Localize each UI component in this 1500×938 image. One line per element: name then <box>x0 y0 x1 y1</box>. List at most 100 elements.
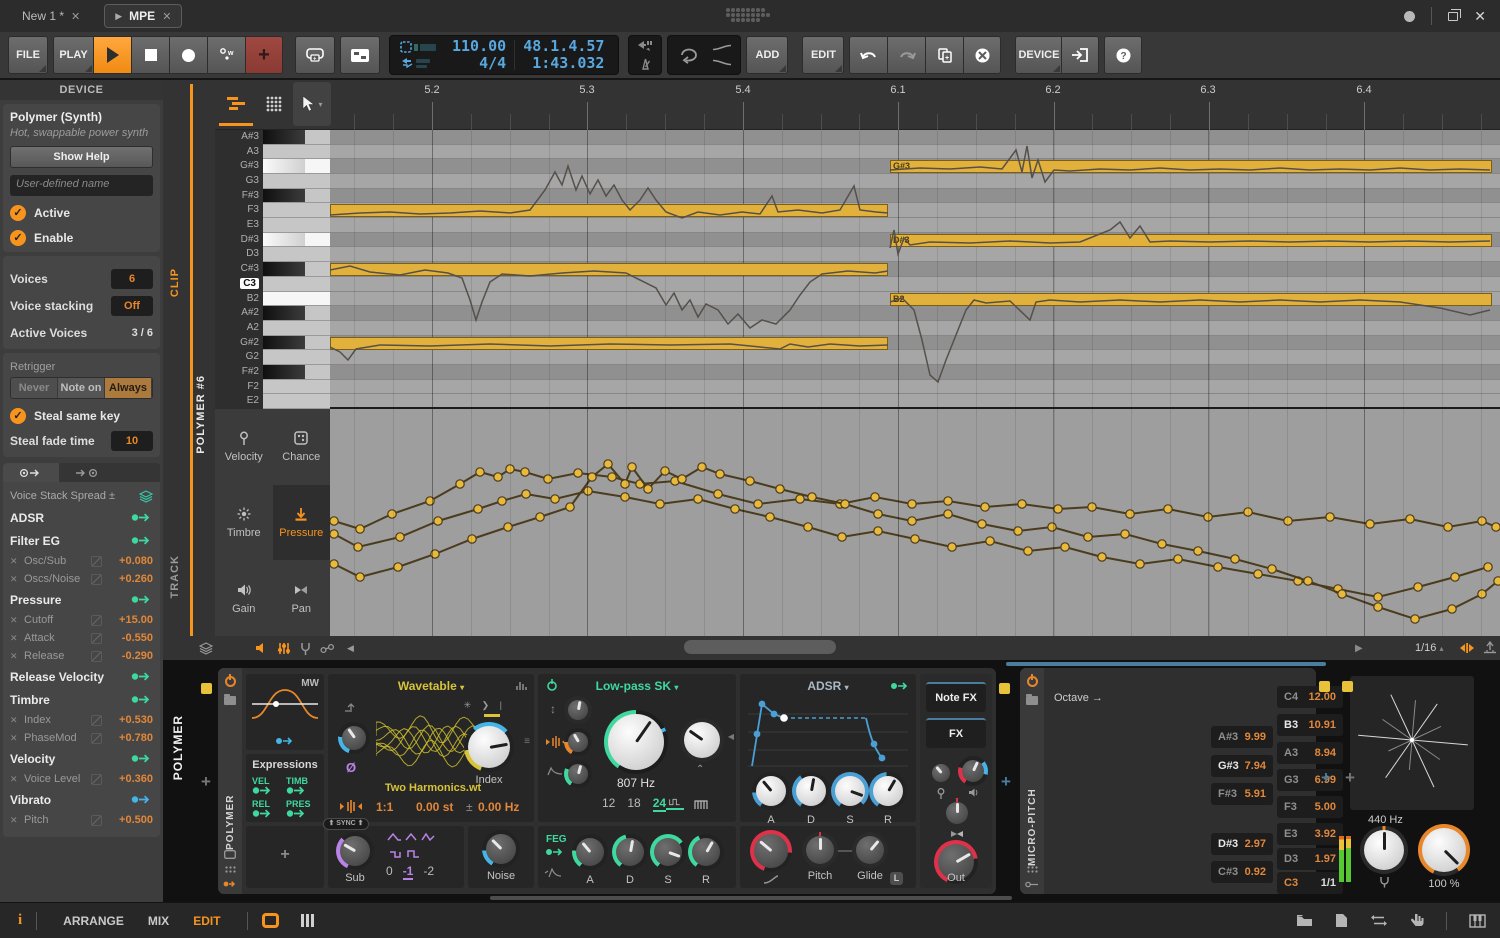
layers-icon[interactable] <box>199 642 213 655</box>
add-device-button[interactable]: + <box>1321 768 1331 788</box>
env-knob-A[interactable] <box>572 834 608 870</box>
device-folder-icon[interactable] <box>1026 696 1038 705</box>
time-display[interactable]: 1:43.032 <box>532 55 604 72</box>
add-button[interactable]: ADD <box>746 36 788 74</box>
expression-mod-rel[interactable]: REL <box>252 799 286 818</box>
insert-device-button[interactable] <box>1061 36 1099 74</box>
expression-point[interactable] <box>330 517 338 525</box>
expression-point[interactable] <box>1214 563 1222 571</box>
env-knob-S[interactable] <box>650 834 686 870</box>
expression-point[interactable] <box>522 490 530 498</box>
pitch-cell-C3[interactable]: C31/1 <box>1277 872 1343 894</box>
piano-key[interactable] <box>263 336 330 351</box>
filter-shape-comb-icon[interactable] <box>694 798 710 810</box>
filter-resonance-knob[interactable] <box>680 718 724 762</box>
expression-point[interactable] <box>644 485 652 493</box>
expression-mod-timb[interactable]: TIMB <box>286 776 320 795</box>
expression-point[interactable] <box>694 495 702 503</box>
filter-cutoff-knob[interactable] <box>604 710 668 774</box>
add-device-button[interactable]: + <box>1345 768 1355 788</box>
file-button[interactable]: FILE <box>8 36 48 74</box>
expression-point[interactable] <box>1054 505 1062 513</box>
remove-icon[interactable]: ✕ <box>10 715 24 726</box>
sub-octave-selector[interactable]: 0 -1 -2 <box>386 864 434 880</box>
remove-icon[interactable]: ✕ <box>10 574 24 585</box>
pitch-cell-C#3[interactable]: C#30.92 <box>1211 861 1273 883</box>
expression-point[interactable] <box>1448 605 1456 613</box>
active-toggle[interactable]: ✓Active <box>10 205 153 221</box>
sub-oct-0[interactable]: 0 <box>386 864 393 880</box>
expression-tab-gain[interactable]: Gain <box>215 560 273 636</box>
tab-mix[interactable]: MIX <box>148 914 169 928</box>
enable-toggle[interactable]: ✓Enable <box>10 230 153 246</box>
expression-point[interactable] <box>521 468 529 476</box>
fade-out-icon[interactable] <box>712 59 732 66</box>
expression-point[interactable] <box>1018 500 1026 508</box>
add-device-between-button[interactable]: + <box>1001 772 1011 792</box>
filter-slope-selector[interactable]: 12 18 24 <box>602 796 666 812</box>
curve-icon[interactable] <box>91 651 102 662</box>
position-display[interactable]: 48.1.4.57 <box>523 38 604 55</box>
show-help-button[interactable]: Show Help <box>10 146 153 168</box>
device-name-input[interactable]: User-defined name <box>10 175 153 196</box>
drum-editor-view-button[interactable] <box>255 82 293 126</box>
expression-point[interactable] <box>1326 513 1334 521</box>
curve-icon[interactable] <box>91 633 102 644</box>
env-knob-R[interactable] <box>688 834 724 870</box>
note-chain-icon[interactable] <box>320 643 335 654</box>
expression-point[interactable] <box>396 533 404 541</box>
pitch-cell-G3[interactable]: G36.99 <box>1277 769 1343 791</box>
timeline-ruler[interactable]: 5.25.35.46.16.26.36.4 <box>330 80 1500 130</box>
audition-icon[interactable] <box>255 642 269 654</box>
piano-key[interactable] <box>263 159 330 174</box>
expression-point[interactable] <box>796 495 804 503</box>
expression-point[interactable] <box>388 510 396 518</box>
modwheel-modulator[interactable]: MW <box>246 674 324 750</box>
expression-point[interactable] <box>754 500 762 508</box>
device-panel-scrollbar[interactable] <box>490 896 1012 900</box>
device-view-button[interactable]: DEVICE <box>1015 36 1061 74</box>
mod-source-row[interactable]: Vibrato <box>10 788 153 811</box>
expression-point[interactable] <box>494 473 502 481</box>
expression-point[interactable] <box>1284 517 1292 525</box>
filter-keytrack-knob[interactable] <box>564 728 592 756</box>
sub-waveform-icons[interactable] <box>386 832 446 858</box>
expression-point[interactable] <box>716 470 724 478</box>
clip-view-toggle-icon[interactable] <box>262 913 279 928</box>
remove-icon[interactable]: ✕ <box>10 556 24 567</box>
device-power-icon[interactable] <box>1027 676 1038 687</box>
tab-clip[interactable]: CLIP <box>169 268 181 297</box>
expression-point[interactable] <box>1084 533 1092 541</box>
mod-source-row[interactable]: Timbre <box>10 688 153 711</box>
expression-point[interactable] <box>434 517 442 525</box>
expression-point[interactable] <box>841 500 849 508</box>
close-window-icon[interactable]: ✕ <box>1474 8 1486 25</box>
piano-key[interactable] <box>263 247 330 262</box>
tool-selector-button[interactable]: ▾ <box>293 82 331 126</box>
expression-point[interactable] <box>608 473 616 481</box>
mod-source-row[interactable]: Velocity <box>10 747 153 770</box>
device-name-label[interactable]: POLYMER <box>225 719 236 850</box>
expression-point[interactable] <box>628 463 636 471</box>
expression-point[interactable] <box>1478 517 1486 525</box>
curve-icon[interactable] <box>91 733 102 744</box>
tab-track[interactable]: TRACK <box>169 555 181 599</box>
expression-point[interactable] <box>1492 523 1500 531</box>
edit-button[interactable]: EDIT <box>802 36 844 74</box>
curve-icon[interactable] <box>91 815 102 826</box>
expression-point[interactable] <box>1414 583 1422 591</box>
piano-key[interactable] <box>263 218 330 233</box>
expression-curve-area[interactable] <box>330 409 1500 636</box>
clip-lane-label[interactable]: POLYMER #6 <box>195 375 207 454</box>
pitch-cell-G#3[interactable]: G#37.94 <box>1211 755 1273 777</box>
pitch-cell-B3[interactable]: B310.91 <box>1277 714 1343 736</box>
expression-point[interactable] <box>1048 523 1056 531</box>
stop-button[interactable] <box>131 36 169 74</box>
mod-target-row[interactable]: ✕Cutoff+15.00 <box>10 611 153 629</box>
remove-icon[interactable]: ✕ <box>10 774 24 785</box>
mod-source-row[interactable]: Filter EG <box>10 529 153 552</box>
help-button[interactable]: ? <box>1104 36 1142 74</box>
device-drag-handle[interactable] <box>1319 681 1330 692</box>
expression-point[interactable] <box>1478 590 1486 598</box>
expression-tab-timbre[interactable]: Timbre <box>215 485 273 561</box>
